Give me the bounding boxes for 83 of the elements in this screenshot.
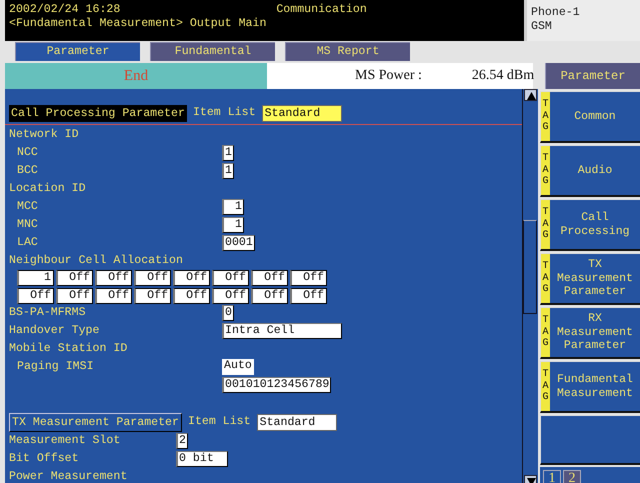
tag-label: TAG bbox=[541, 308, 550, 357]
field-label: BS-PA-MFRMS bbox=[9, 306, 86, 320]
screen-subtitle: <Fundamental Measurement> Output Main bbox=[9, 16, 268, 31]
page-button[interactable]: 2 bbox=[563, 470, 581, 483]
field-label: Bit Offset bbox=[9, 452, 79, 466]
section-title[interactable]: TX Measurement Parameter bbox=[9, 412, 182, 432]
value-field[interactable]: Off bbox=[290, 288, 327, 304]
group-label: Neighbour Cell Allocation bbox=[9, 254, 183, 268]
value-field[interactable]: 1 bbox=[222, 163, 234, 179]
value-field[interactable]: Off bbox=[251, 288, 288, 304]
tag-label: TAG bbox=[541, 146, 550, 195]
item-list-label: Item List bbox=[192, 106, 256, 120]
tag-label: TAG bbox=[541, 200, 550, 249]
tag-label: TAG bbox=[541, 362, 550, 411]
group-label: Power Measurement bbox=[9, 470, 128, 483]
tab[interactable]: Fundamental bbox=[150, 42, 275, 61]
button-label: Common bbox=[573, 108, 617, 125]
sidebar-button[interactable] bbox=[540, 415, 640, 465]
button-label: Audio bbox=[576, 162, 614, 179]
status-indicator: End bbox=[5, 63, 267, 89]
sidebar-button[interactable]: TAG RX Measurement Parameter bbox=[540, 307, 640, 359]
screen-title: Communication bbox=[276, 3, 367, 17]
value-field[interactable]: Off bbox=[290, 270, 327, 286]
measurement-label: MS Power : bbox=[355, 68, 422, 84]
item-list-field[interactable]: Standard bbox=[256, 414, 337, 430]
sidebar-title: Parameter bbox=[545, 63, 640, 89]
value-field[interactable]: Off bbox=[212, 270, 249, 286]
value-field[interactable]: 0001 bbox=[222, 235, 255, 251]
field-label: Handover Type bbox=[9, 324, 100, 338]
button-label: RX Measurement Parameter bbox=[556, 310, 634, 354]
value-field[interactable]: 1 bbox=[17, 270, 54, 286]
value-field[interactable]: 0 bit bbox=[176, 451, 228, 467]
tag-label: TAG bbox=[541, 92, 550, 141]
field-label: Measurement Slot bbox=[9, 434, 120, 448]
field-label: MNC bbox=[16, 218, 38, 232]
sidebar-button[interactable]: TAG Call Processing bbox=[540, 199, 640, 251]
value-field[interactable]: Off bbox=[251, 270, 288, 286]
value-field[interactable]: Off bbox=[95, 288, 132, 304]
value-field[interactable]: Off bbox=[134, 288, 171, 304]
item-list-field[interactable]: Standard bbox=[262, 104, 342, 122]
value-field[interactable]: 2 bbox=[176, 433, 188, 449]
value-field[interactable]: Intra Cell bbox=[222, 323, 342, 339]
group-label: Network ID bbox=[9, 128, 79, 142]
value-field[interactable]: Off bbox=[173, 270, 210, 286]
date-time: 2002/02/24 16:28 bbox=[9, 3, 120, 17]
page-button[interactable]: 1 bbox=[543, 470, 561, 483]
tab[interactable]: Parameter bbox=[15, 42, 140, 61]
value-field[interactable]: Off bbox=[173, 288, 210, 304]
value-field[interactable]: Off bbox=[17, 288, 54, 304]
sidebar-button[interactable]: TAG Audio bbox=[540, 145, 640, 197]
button-label: Fundamental Measurement bbox=[556, 372, 634, 402]
field-label: Paging IMSI bbox=[16, 360, 94, 374]
button-label: TX Measurement Parameter bbox=[556, 256, 634, 300]
field-label: NCC bbox=[16, 146, 38, 160]
value-field[interactable]: 1 bbox=[222, 217, 244, 233]
tag-label: TAG bbox=[541, 254, 550, 303]
value-field[interactable]: 1 bbox=[222, 199, 244, 215]
phone-label: Phone-1 bbox=[531, 6, 581, 20]
value-field[interactable]: 001010123456789 bbox=[222, 377, 332, 393]
value-field[interactable]: Off bbox=[56, 270, 93, 286]
section-title[interactable]: Call Processing Parameter bbox=[9, 104, 187, 122]
button-label: Call Processing bbox=[559, 210, 630, 240]
field-label: MCC bbox=[16, 200, 38, 214]
sidebar-button[interactable]: TAG TX Measurement Parameter bbox=[540, 253, 640, 305]
system-label: GSM bbox=[531, 20, 553, 35]
scrollbar[interactable] bbox=[522, 89, 537, 483]
field-label: BCC bbox=[16, 164, 38, 178]
measurement-value: 26.54 dBm bbox=[472, 68, 534, 84]
group-label: Mobile Station ID bbox=[9, 342, 128, 356]
value-text: Auto bbox=[222, 359, 254, 375]
value-field[interactable]: 1 bbox=[222, 145, 234, 161]
tab[interactable]: MS Report bbox=[285, 42, 410, 61]
value-field[interactable]: Off bbox=[56, 288, 93, 304]
scroll-up-icon[interactable] bbox=[525, 90, 538, 102]
field-label: LAC bbox=[16, 236, 38, 250]
value-field[interactable]: Off bbox=[95, 270, 132, 286]
item-list-label: Item List bbox=[188, 415, 251, 429]
value-field[interactable]: Off bbox=[212, 288, 249, 304]
value-field[interactable]: 0 bbox=[222, 305, 234, 321]
scroll-thumb[interactable] bbox=[523, 220, 537, 314]
sidebar-button[interactable]: TAG Common bbox=[540, 91, 640, 143]
group-label: Location ID bbox=[9, 182, 86, 196]
value-field[interactable]: Off bbox=[134, 270, 171, 286]
